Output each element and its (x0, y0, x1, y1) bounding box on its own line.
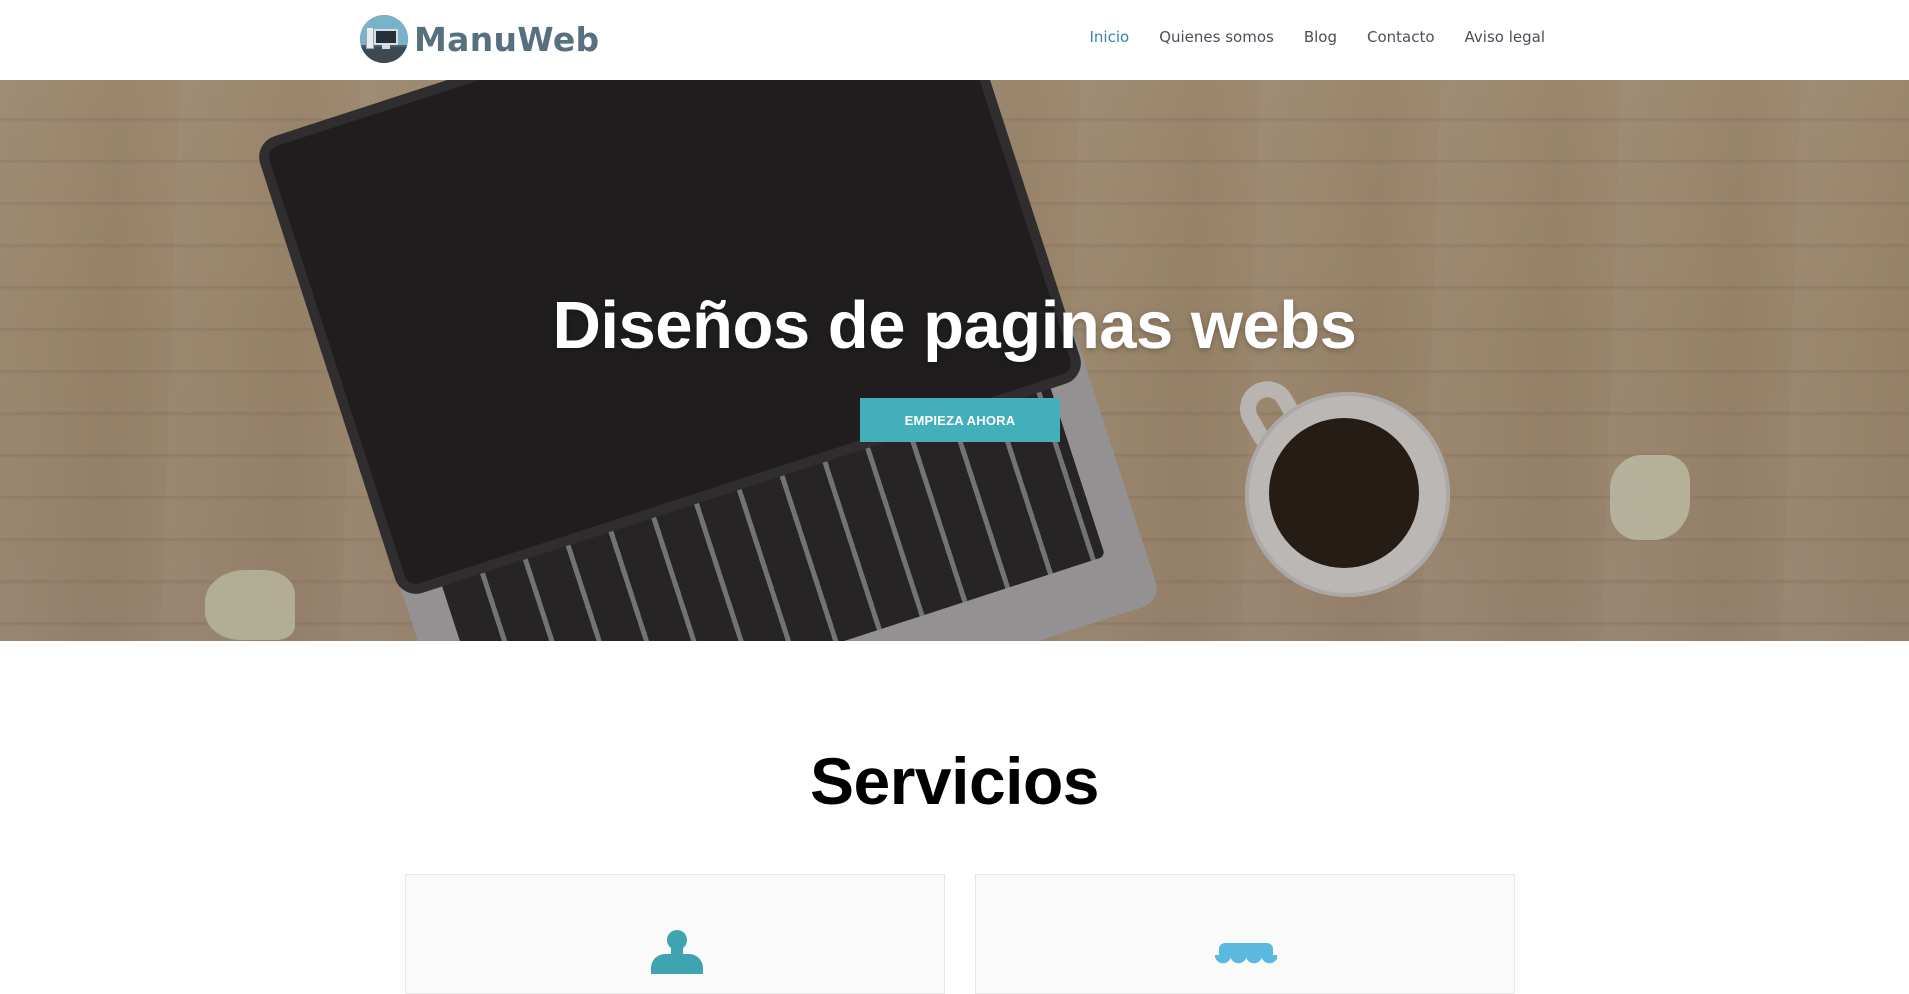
store-awning-icon (1215, 943, 1277, 973)
hero-title: Diseños de paginas webs (552, 288, 1357, 363)
nav-item-quienes-somos[interactable]: Quienes somos (1159, 28, 1274, 46)
cta-button[interactable]: EMPIEZA AHORA (860, 398, 1060, 442)
service-card[interactable] (975, 874, 1515, 994)
services-title: Servicios (809, 744, 1100, 818)
nav-item-blog[interactable]: Blog (1304, 28, 1337, 46)
site-logo[interactable]: ManuWeb (360, 15, 599, 63)
site-header: ManuWeb Inicio Quienes somos Blog Contac… (0, 0, 1909, 80)
nav-item-contacto[interactable]: Contacto (1367, 28, 1435, 46)
brand-name: ManuWeb (414, 19, 600, 59)
nav-item-inicio[interactable]: Inicio (1089, 28, 1129, 46)
hero-banner: Diseños de paginas webs EMPIEZA AHORA (0, 80, 1909, 641)
service-card[interactable] (405, 874, 945, 994)
desktop-computer-icon (360, 15, 408, 63)
stamp-icon (651, 930, 703, 975)
main-nav: Inicio Quienes somos Blog Contacto Aviso… (1089, 28, 1545, 46)
nav-item-aviso-legal[interactable]: Aviso legal (1465, 28, 1545, 46)
